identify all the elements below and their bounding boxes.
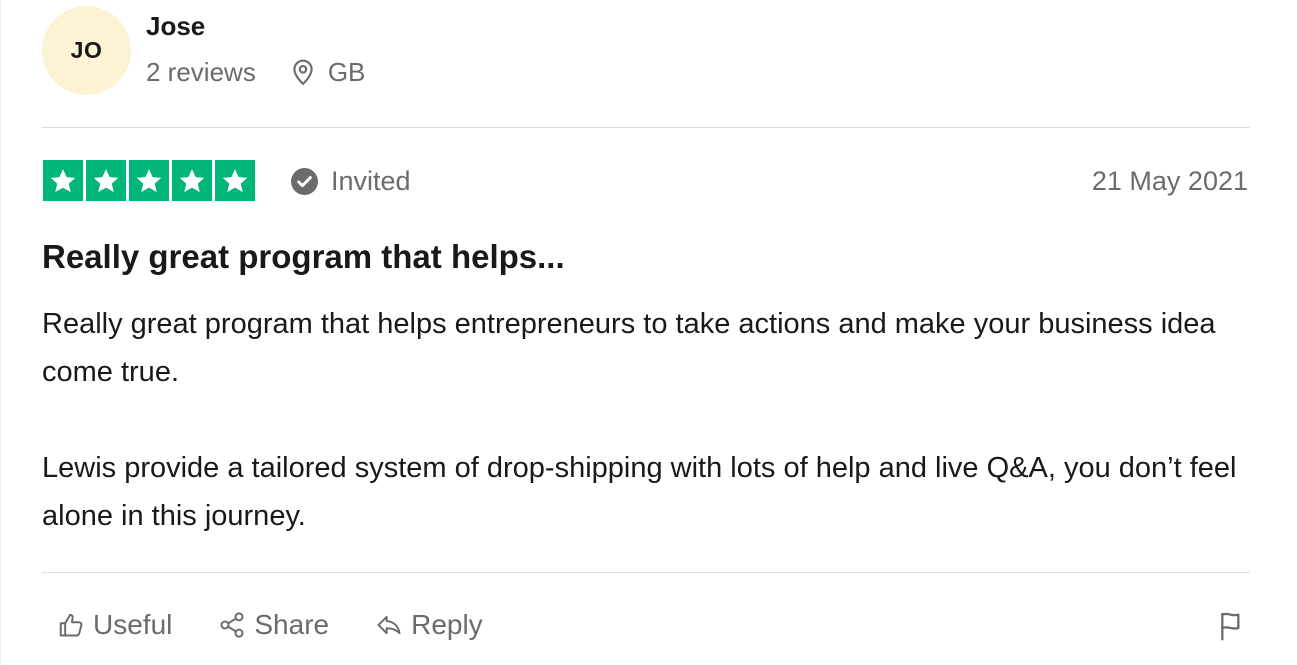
- invited-label[interactable]: Invited: [291, 164, 411, 198]
- divider-bottom: [42, 572, 1250, 573]
- review-card: JO Jose 2 reviews GB Invited 21 May 2021…: [0, 0, 1297, 665]
- star-3: [129, 160, 169, 201]
- divider-top: [42, 127, 1250, 128]
- reply-icon: [377, 615, 401, 635]
- star-4: [172, 160, 212, 201]
- invited-text: Invited: [331, 166, 411, 196]
- consumer-name[interactable]: Jose: [146, 10, 546, 42]
- consumer-meta: 2 reviews GB: [146, 56, 546, 88]
- reply-label: Reply: [411, 609, 483, 640]
- share-button[interactable]: Share: [218, 607, 329, 643]
- star-rating: [43, 160, 255, 201]
- review-paragraph: Really great program that helps entrepre…: [42, 308, 1216, 388]
- star-icon: [222, 168, 248, 192]
- useful-label: Useful: [93, 609, 173, 640]
- star-icon: [93, 168, 119, 192]
- flag-icon[interactable]: [1217, 610, 1249, 642]
- share-icon: [220, 612, 244, 638]
- rating-row: Invited 21 May 2021: [42, 160, 1250, 202]
- star-icon: [179, 168, 205, 192]
- consumer-location: GB: [327, 57, 366, 87]
- star-icon: [50, 168, 76, 192]
- review-title[interactable]: Really great program that helps...: [42, 236, 1242, 278]
- share-label: Share: [254, 609, 330, 640]
- review-actions: Useful Share Reply: [57, 607, 483, 643]
- map-pin-icon: [293, 59, 313, 86]
- consumer-info: Jose 2 reviews GB: [146, 10, 546, 88]
- reply-button[interactable]: Reply: [375, 607, 483, 643]
- star-icon: [136, 168, 162, 192]
- consumer-header: JO Jose 2 reviews GB: [42, 6, 365, 95]
- star-5: [215, 160, 255, 201]
- review-date: 21 May 2021: [1091, 166, 1248, 196]
- review-body: Really great program that helps entrepre…: [42, 300, 1252, 540]
- avatar[interactable]: JO: [42, 6, 131, 95]
- star-2: [86, 160, 126, 201]
- thumbs-up-icon: [59, 613, 83, 637]
- useful-button[interactable]: Useful: [57, 607, 172, 643]
- star-1: [43, 160, 83, 201]
- reviews-count: 2 reviews: [146, 57, 256, 87]
- review-paragraph: Lewis provide a tailored system of drop-…: [42, 452, 1237, 532]
- check-circle-icon: [291, 167, 318, 195]
